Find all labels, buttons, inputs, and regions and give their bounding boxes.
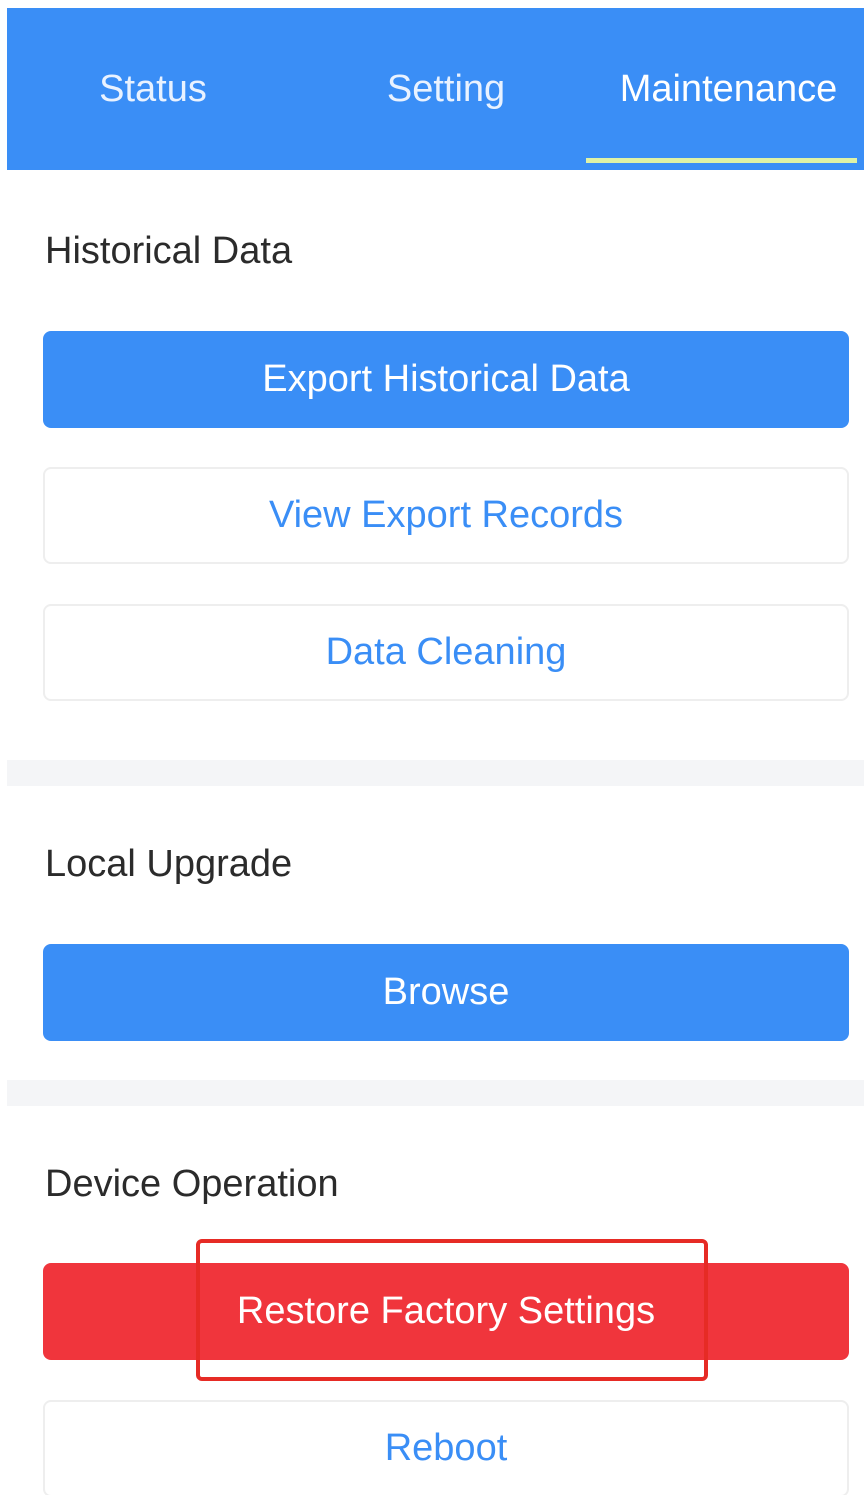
tab-setting[interactable]: Setting — [299, 8, 593, 170]
tab-maintenance[interactable]: Maintenance — [593, 8, 864, 170]
browse-button[interactable]: Browse — [43, 944, 849, 1041]
maintenance-page: Status Setting Maintenance Historical Da… — [0, 0, 864, 1495]
active-tab-indicator — [586, 158, 857, 163]
export-historical-data-button[interactable]: Export Historical Data — [43, 331, 849, 428]
view-export-records-button[interactable]: View Export Records — [43, 467, 849, 564]
section-divider — [7, 1080, 864, 1106]
tab-bar: Status Setting Maintenance — [7, 8, 864, 170]
reboot-button[interactable]: Reboot — [43, 1400, 849, 1495]
historical-data-title: Historical Data — [45, 230, 293, 272]
local-upgrade-title: Local Upgrade — [45, 843, 293, 885]
data-cleaning-button[interactable]: Data Cleaning — [43, 604, 849, 701]
restore-factory-settings-button[interactable]: Restore Factory Settings — [43, 1263, 849, 1360]
tab-status[interactable]: Status — [7, 8, 299, 170]
section-divider — [7, 760, 864, 786]
device-operation-title: Device Operation — [45, 1163, 339, 1205]
